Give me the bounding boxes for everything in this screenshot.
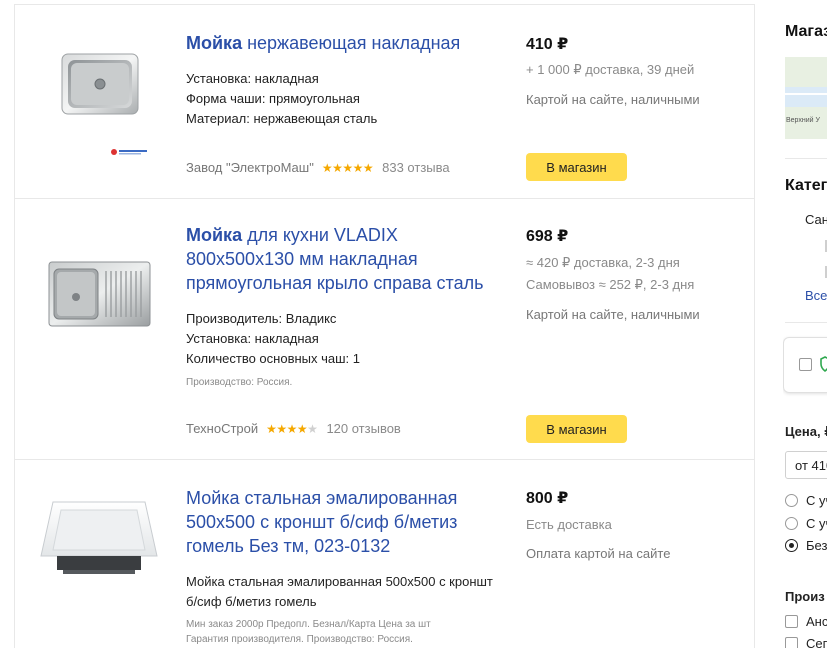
divider (785, 322, 827, 323)
result-card: Мойка стальная эмалированная 500х500 с к… (15, 460, 754, 648)
shops-map-heading: Магаз (785, 23, 827, 40)
shop-name[interactable]: Завод "ЭлектроМаш" (186, 159, 314, 177)
spec-line: Установка: накладная (186, 331, 319, 346)
product-notes: Мин заказ 2000р Предопл. Безнал/Карта Це… (186, 617, 431, 647)
product-price: 410 ₽ (526, 36, 569, 53)
shop-info: ТехноСтрой ★★★★★ 120 отзывов (186, 420, 401, 438)
product-price: 800 ₽ (526, 490, 569, 507)
to-shop-button[interactable]: В магазин (526, 415, 627, 443)
category-item[interactable]: Сан (805, 212, 827, 227)
map-label: Верхний У (786, 117, 820, 124)
result-card: Мойка нержавеющая накладная Установка: н… (15, 5, 754, 199)
product-title[interactable]: Мойка нержавеющая накладная (186, 31, 506, 55)
product-title[interactable]: Мойка для кухни VLADIX 800х500х130 мм на… (186, 223, 506, 295)
product-description: Мойка стальная эмалированная 500х500 с к… (186, 574, 493, 609)
delivery-info: + 1 000 ₽ доставка, 39 дней (526, 59, 694, 81)
verified-checkbox[interactable] (799, 358, 812, 371)
payment-info: Картой на сайте, наличными (526, 92, 700, 107)
shop-name[interactable]: ТехноСтрой (186, 420, 258, 438)
radio-label: Без (806, 538, 827, 553)
spec-line: Материал: нержавеющая сталь (186, 111, 378, 126)
reviews-count[interactable]: 833 отзыва (382, 159, 450, 177)
spec-line: Форма чаши: прямоугольная (186, 91, 360, 106)
delivery-line: + 1 000 ₽ доставка, 39 дней (526, 62, 695, 77)
note-line: Гарантия производителя. Производство: Ро… (186, 634, 413, 645)
divider (785, 158, 827, 159)
radio-option-selected[interactable] (785, 539, 798, 552)
to-shop-button[interactable]: В магазин (526, 153, 627, 181)
product-price: 698 ₽ (526, 228, 569, 245)
manufacturer-heading: Произ (785, 589, 825, 604)
rating-stars: ★★★★★ (266, 422, 318, 436)
search-results: Мойка нержавеющая накладная Установка: н… (14, 4, 755, 648)
manufacturer-label: Сег (806, 636, 827, 648)
reviews-count[interactable]: 120 отзывов (326, 420, 400, 438)
product-title[interactable]: Мойка стальная эмалированная 500х500 с к… (186, 486, 506, 558)
product-note: Производство: Россия. (186, 377, 293, 388)
radio-option[interactable] (785, 494, 798, 507)
spec-line: Установка: накладная (186, 71, 319, 86)
map-road (785, 93, 827, 95)
seller-logo (110, 143, 148, 155)
payment-info: Картой на сайте, наличными (526, 307, 700, 322)
manufacturer-checkbox[interactable] (785, 615, 798, 628)
product-image[interactable] (39, 500, 159, 580)
rating-stars: ★★★★★ (321, 161, 374, 175)
delivery-info: Есть доставка (526, 514, 612, 536)
shop-info: Завод "ЭлектроМаш" ★★★★★ 833 отзыва (186, 159, 450, 177)
product-image[interactable] (48, 261, 151, 327)
manufacturer-checkbox[interactable] (785, 637, 798, 648)
enamel-sink-icon (40, 501, 158, 574)
delivery-line: ≈ 420 ₽ доставка, 2-3 дня (526, 255, 680, 270)
product-specs: Установка: накладная Форма чаши: прямоуг… (186, 69, 377, 129)
product-image[interactable] (61, 53, 139, 115)
spec-line: Производитель: Владикс (186, 311, 337, 326)
product-specs: Производитель: Владикс Установка: наклад… (186, 309, 360, 369)
delivery-line: Самовывоз ≈ 252 ₽, 2-3 дня (526, 277, 695, 292)
shops-map[interactable]: Верхний У (785, 57, 827, 139)
map-land (785, 57, 827, 87)
delivery-info: ≈ 420 ₽ доставка, 2-3 дня Самовывоз ≈ 25… (526, 252, 694, 296)
category-heading: Катег (785, 177, 827, 194)
spec-line: Количество основных чаш: 1 (186, 351, 360, 366)
radio-label: С уч (806, 493, 827, 508)
stainless-sink-icon (61, 53, 139, 115)
note-line: Мин заказ 2000р Предопл. Безнал/Карта Це… (186, 619, 431, 630)
verified-shops-filter[interactable] (783, 337, 827, 393)
radio-label: С уч (806, 516, 827, 531)
price-from-input[interactable]: от 410 (785, 451, 827, 479)
delivery-line: Есть доставка (526, 517, 612, 532)
payment-info: Оплата картой на сайте (526, 546, 671, 561)
filters-sidebar: Магаз Верхний У Катег Сан Все Цена, ₽ от… (783, 0, 827, 648)
price-heading: Цена, ₽ (785, 424, 827, 439)
result-card: Мойка для кухни VLADIX 800х500х130 мм на… (15, 199, 754, 460)
all-categories-link[interactable]: Все (805, 288, 827, 303)
manufacturer-label: Aнс (806, 614, 827, 629)
sink-with-drainboard-icon (48, 261, 151, 327)
shield-icon (820, 356, 827, 372)
radio-option[interactable] (785, 517, 798, 530)
